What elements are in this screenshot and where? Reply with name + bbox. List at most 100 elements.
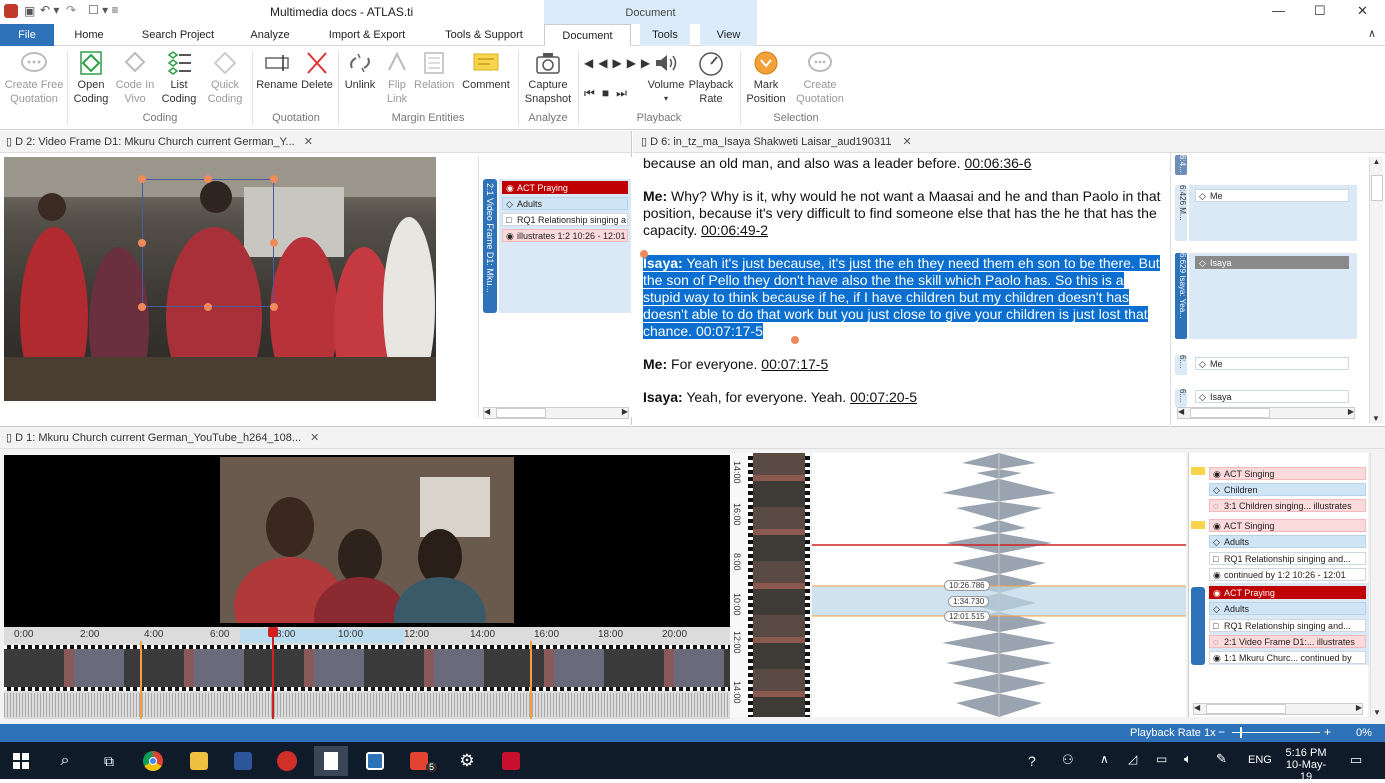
video-timeline[interactable]: 0:00 2:00 4:00 6:00 8:00 10:00 12:00 14:… — [4, 627, 730, 719]
tab-document[interactable]: Document — [544, 24, 631, 47]
relation-button[interactable]: Relation — [414, 50, 454, 92]
search-icon[interactable]: ⌕ — [48, 746, 82, 776]
margin-quotation-bar-1[interactable]: 6:4... — [1175, 155, 1187, 175]
transcript-vscrollbar[interactable]: ▲ ▼ — [1369, 157, 1383, 423]
video-margin-code[interactable]: ◉ continued by 1:2 10:26 - 12:01 — [1209, 568, 1366, 581]
list-coding-button[interactable]: List Coding — [158, 50, 200, 106]
maximize-button[interactable]: ☐ — [1314, 3, 1326, 19]
unlink-button[interactable]: Unlink — [340, 50, 380, 92]
margin-quotation-bar-4[interactable]: 6:... — [1175, 355, 1187, 375]
zoom-slider[interactable] — [1232, 732, 1320, 733]
waveform-panel[interactable]: 10:26.786 1:34.730 12:01.515 — [812, 453, 1186, 717]
skip-start-icon[interactable]: ⏮ — [584, 86, 602, 100]
video-margin-code[interactable]: ◉ ACT Singing — [1209, 519, 1366, 532]
skip-end-icon[interactable]: ⏭ — [616, 86, 634, 100]
video-margin-code[interactable]: ◇ Adults — [1209, 602, 1366, 615]
margin-quotation-bar-2[interactable]: 6:426 M... — [1175, 185, 1187, 241]
tab-analyze[interactable]: Analyze — [244, 24, 296, 46]
margin-quotation-bar-3[interactable]: 6:629 Isaya: Yea... — [1175, 253, 1187, 339]
video-margin-code[interactable]: ◇ Children — [1209, 483, 1366, 496]
mark-position-button[interactable]: Mark Position — [744, 50, 788, 106]
minimize-button[interactable]: — — [1272, 3, 1285, 18]
playhead[interactable] — [272, 627, 274, 719]
play-icon[interactable]: ▶ — [612, 56, 626, 70]
people-icon[interactable]: ⚇ — [1062, 752, 1074, 768]
tab-view[interactable]: View — [700, 24, 757, 46]
close-button[interactable]: ✕ — [1357, 3, 1368, 19]
tab-home[interactable]: Home — [66, 24, 112, 46]
pen-icon[interactable]: ✎ — [1216, 751, 1227, 767]
paragraph-selected[interactable]: Isaya: Yeah it's just because, it's just… — [643, 255, 1163, 340]
margin-code-isaya[interactable]: ◇ Isaya — [1195, 256, 1349, 269]
margin-link-illustrates[interactable]: ◉ illustrates 1:2 10:26 - 12:01 — [502, 229, 628, 242]
selection-end-handle[interactable] — [791, 336, 799, 344]
calendar-icon[interactable] — [358, 746, 392, 776]
video-vscrollbar[interactable]: ▼ — [1370, 453, 1384, 717]
scroll-left-icon[interactable]: ◀ — [1178, 407, 1184, 416]
tab-search-project[interactable]: Search Project — [132, 24, 224, 46]
video-margin-code[interactable]: □ RQ1 Relationship singing and... — [1209, 552, 1366, 565]
quotation-end-marker[interactable] — [530, 641, 532, 719]
selection-start-handle[interactable] — [640, 250, 648, 258]
chrome-icon[interactable] — [136, 746, 170, 776]
volume-button[interactable]: Volume ▾ — [644, 50, 688, 106]
delete-button[interactable]: Delete — [298, 50, 336, 92]
transcript-text-area[interactable]: because an old man, and also was a leade… — [643, 155, 1163, 423]
margin-quotation-bar-5[interactable]: 6:... — [1175, 389, 1187, 407]
scroll-thumb[interactable] — [1190, 408, 1270, 418]
selection-handles[interactable] — [4, 157, 436, 401]
scroll-thumb[interactable] — [1206, 704, 1286, 714]
tab-tools-support[interactable]: Tools & Support — [436, 24, 532, 46]
close-doc-icon[interactable]: ✕ — [903, 136, 912, 148]
show-hidden-icons[interactable]: ∧ — [1100, 752, 1109, 766]
flip-link-button[interactable]: Flip Link — [380, 50, 414, 106]
doc-tab-video[interactable]: ▯ D 1: Mkuru Church current German_YouTu… — [0, 427, 1385, 449]
margin-hscrollbar[interactable]: ◀ ▶ — [483, 407, 629, 419]
tab-import-export[interactable]: Import & Export — [320, 24, 414, 46]
scroll-down-icon[interactable]: ▼ — [1372, 414, 1380, 423]
thumbnail-strip[interactable] — [4, 645, 730, 691]
video-frame-image[interactable] — [4, 157, 436, 401]
quick-access-icon[interactable]: ☐ ▾ ≡ — [88, 3, 118, 17]
scroll-right-icon[interactable]: ▶ — [622, 407, 628, 416]
pdf-icon[interactable] — [494, 746, 528, 776]
doc-tab-transcript[interactable]: ▯ D 6: in_tz_ma_Isaya Shakweti Laisar_au… — [633, 131, 1385, 153]
rename-button[interactable]: Rename — [256, 50, 298, 92]
active-quotation-bar[interactable] — [1191, 587, 1205, 665]
battery-icon[interactable]: ▭ — [1156, 752, 1167, 766]
word-icon[interactable] — [226, 746, 260, 776]
create-quotation-button[interactable]: Create Quotation — [792, 50, 848, 106]
todoist-icon[interactable]: 5 — [402, 746, 438, 776]
scroll-down-icon[interactable]: ▼ — [1373, 708, 1381, 717]
wifi-icon[interactable]: ◿ — [1128, 752, 1137, 766]
code-in-vivo-button[interactable]: Code In Vivo — [114, 50, 156, 106]
timestamp[interactable]: 00:06:49-2 — [701, 222, 768, 238]
timestamp[interactable]: 00:07:17-5 — [761, 356, 828, 372]
action-center-icon[interactable]: ▭ — [1350, 752, 1362, 768]
margin-code-isaya-2[interactable]: ◇ Isaya — [1195, 390, 1349, 403]
timestamp[interactable]: 00:06:36-6 — [964, 155, 1031, 171]
playback-rate-button[interactable]: Playback Rate — [688, 50, 734, 106]
margin-code-me-2[interactable]: ◇ Me — [1195, 357, 1349, 370]
margin-code-adults[interactable]: ◇ Adults — [502, 197, 628, 210]
comment-marker-2[interactable] — [1191, 521, 1205, 529]
collapse-ribbon-icon[interactable]: ∧ — [1368, 27, 1376, 40]
notepad-icon[interactable] — [314, 746, 348, 776]
scroll-thumb[interactable] — [1371, 175, 1383, 201]
capture-snapshot-button[interactable]: Capture Snapshot — [522, 50, 574, 106]
task-view-icon[interactable]: ⧉ — [92, 746, 126, 776]
comment-button[interactable]: Comment — [458, 50, 514, 92]
redo-icon[interactable]: ↷ — [66, 3, 76, 17]
close-doc-icon[interactable]: ✕ — [304, 136, 313, 148]
video-margin-code[interactable]: ◉ 1:1 Mkuru Churc... continued by — [1209, 651, 1366, 664]
video-margin-code[interactable]: □ RQ1 Relationship singing and... — [1209, 619, 1366, 632]
video-margin-code[interactable]: ◉ ACT Singing — [1209, 467, 1366, 480]
create-free-quotation-button[interactable]: Create Free Quotation — [4, 50, 64, 106]
quick-coding-button[interactable]: Quick Coding — [202, 50, 248, 106]
settings-gear-icon[interactable]: ⚙ — [450, 746, 484, 776]
comment-marker-1[interactable] — [1191, 467, 1205, 475]
scroll-left-icon[interactable]: ◀ — [484, 407, 490, 416]
timestamp[interactable]: 00:07:20-5 — [850, 389, 917, 405]
open-coding-button[interactable]: Open Coding — [70, 50, 112, 106]
clock[interactable]: 5:16 PM 10-May-19 — [1284, 747, 1328, 783]
